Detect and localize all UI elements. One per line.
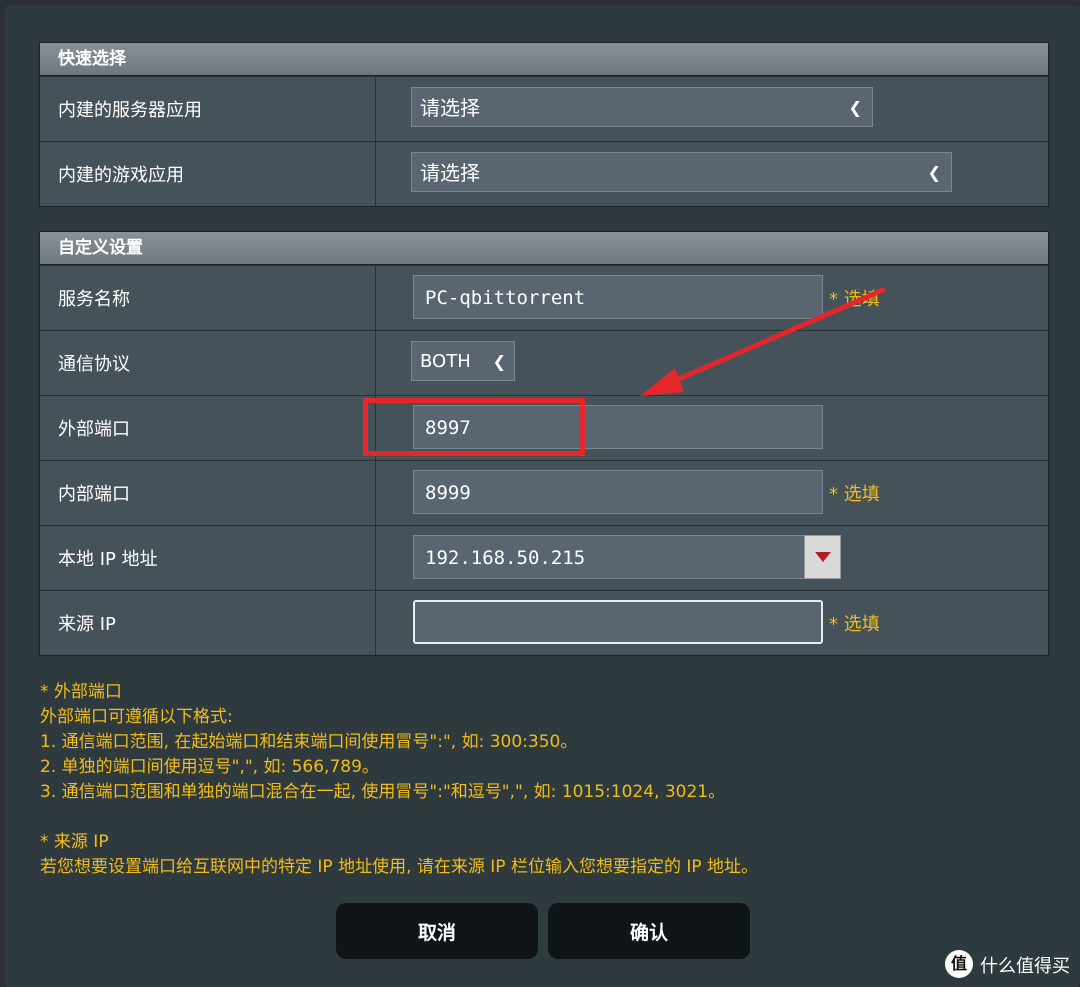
- watermark-text: 什么值得买: [980, 956, 1070, 977]
- watermark-icon: 值: [945, 950, 973, 978]
- annotation-arrow: [640, 287, 886, 396]
